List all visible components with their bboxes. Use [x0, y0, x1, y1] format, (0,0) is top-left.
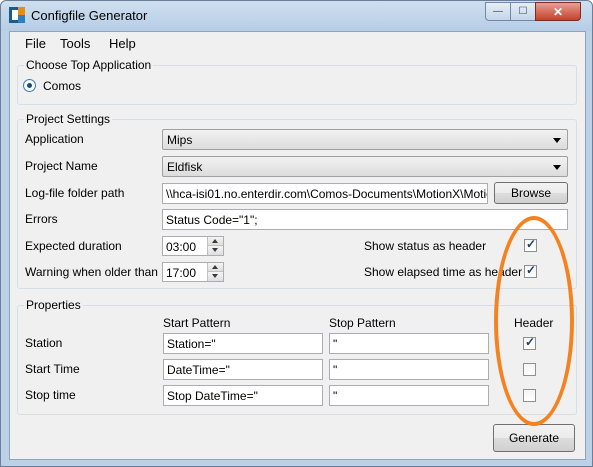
app-window: Configfile Generator — ☐ ✕ File Tools He… — [0, 0, 593, 467]
stop-time-label: Stop time — [25, 388, 76, 402]
station-stop-input[interactable]: " — [329, 333, 489, 354]
generate-button[interactable]: Generate — [493, 424, 575, 452]
application-combo[interactable]: Mips — [162, 129, 568, 150]
menu-file[interactable]: File — [25, 36, 46, 51]
application-combo-value: Mips — [167, 133, 193, 147]
stop-time-stop-input[interactable]: " — [329, 385, 489, 406]
client-area: File Tools Help Choose Top Application C… — [9, 31, 586, 460]
application-label: Application — [25, 132, 84, 146]
start-time-stop-input[interactable]: " — [329, 359, 489, 380]
errors-input[interactable]: Status Code="1"; — [162, 209, 568, 230]
title-bar[interactable]: Configfile Generator — ☐ ✕ — [1, 1, 592, 31]
expected-duration-label: Expected duration — [25, 239, 122, 253]
start-pattern-header: Start Pattern — [163, 316, 231, 330]
warning-spinner[interactable]: 17:00 — [162, 262, 224, 282]
menu-bar: File Tools Help — [10, 32, 585, 54]
window-title: Configfile Generator — [31, 8, 148, 23]
properties-title: Properties — [24, 298, 83, 312]
app-icon — [9, 7, 25, 23]
spin-up-icon[interactable] — [207, 263, 223, 272]
start-time-start-input[interactable]: DateTime=" — [163, 359, 323, 380]
chevron-down-icon — [553, 138, 561, 143]
spin-up-icon[interactable] — [207, 237, 223, 246]
start-time-label: Start Time — [25, 362, 80, 376]
project-name-combo-value: Eldfisk — [167, 160, 203, 174]
chevron-down-icon — [553, 165, 561, 170]
log-folder-input[interactable]: \\hca-isi01.no.enterdir.com\Comos-Docume… — [162, 183, 488, 204]
properties-group: Properties Start Pattern Stop Pattern He… — [17, 298, 577, 415]
project-settings-title: Project Settings — [24, 112, 113, 126]
comos-radio[interactable] — [23, 79, 36, 92]
top-app-group: Choose Top Application Comos — [17, 58, 577, 105]
stop-pattern-header: Stop Pattern — [329, 316, 396, 330]
annotation-highlight-ellipse — [494, 216, 574, 426]
spin-down-icon[interactable] — [207, 272, 223, 281]
log-folder-label: Log-file folder path — [25, 186, 125, 200]
close-button[interactable]: ✕ — [535, 2, 581, 21]
top-app-group-title: Choose Top Application — [24, 58, 154, 72]
browse-button[interactable]: Browse — [494, 182, 568, 204]
warning-value: 17:00 — [166, 266, 197, 280]
station-start-input[interactable]: Station=" — [163, 333, 323, 354]
minimize-button[interactable]: — — [485, 2, 511, 21]
menu-help[interactable]: Help — [109, 36, 136, 51]
expected-duration-value: 03:00 — [166, 240, 197, 254]
comos-radio-label[interactable]: Comos — [43, 79, 81, 93]
expected-duration-spinner[interactable]: 03:00 — [162, 236, 224, 256]
project-name-combo[interactable]: Eldfisk — [162, 156, 568, 177]
maximize-button[interactable]: ☐ — [510, 2, 536, 21]
project-settings-group: Project Settings Application Mips Projec… — [17, 112, 577, 289]
warning-label: Warning when older than — [25, 265, 158, 279]
errors-label: Errors — [25, 212, 58, 226]
spin-down-icon[interactable] — [207, 246, 223, 255]
stop-time-start-input[interactable]: Stop DateTime=" — [163, 385, 323, 406]
menu-tools[interactable]: Tools — [60, 36, 90, 51]
project-name-label: Project Name — [25, 159, 98, 173]
show-status-label: Show status as header — [364, 239, 487, 253]
station-label: Station — [25, 336, 63, 350]
